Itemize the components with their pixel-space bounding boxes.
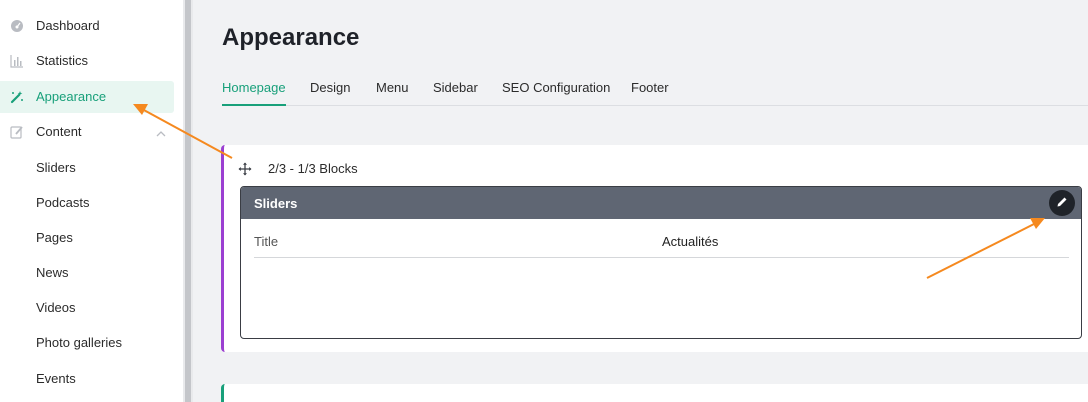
sidebar-item-appearance[interactable]: Appearance [0,81,174,113]
statistics-icon [10,54,24,68]
block-layout-label: 2/3 - 1/3 Blocks [268,161,358,176]
content-edit-icon [10,125,24,139]
sidebar-subitem-videos[interactable]: Videos [36,300,76,315]
block-header: 2/3 - 1/3 Blocks [238,161,358,176]
sidebar-item-content[interactable]: Content [0,116,174,148]
layout-block: 2/3 - 1/3 Blocks Sliders Title Actualité… [221,145,1088,352]
appearance-wand-icon [10,90,24,104]
tab-seo-configuration[interactable]: SEO Configuration [502,80,610,106]
chevron-up-icon[interactable] [156,127,166,137]
dashboard-icon [10,19,24,33]
sidebar-subitem-podcasts[interactable]: Podcasts [36,195,89,210]
tab-bar: Homepage Design Menu Sidebar SEO Configu… [222,80,1088,106]
tab-footer[interactable]: Footer [631,80,669,106]
tab-sidebar[interactable]: Sidebar [433,80,478,106]
pencil-icon [1056,196,1068,211]
scrollbar-thumb[interactable] [185,0,191,402]
edit-button[interactable] [1049,190,1075,216]
sidebar-subitem-photo-galleries[interactable]: Photo galleries [36,335,122,350]
sidebar-item-label: Appearance [36,89,107,104]
sliders-widget: Sliders Title Actualités [240,186,1082,339]
sidebar-subitem-events[interactable]: Events [36,371,76,386]
sidebar-subitem-pages[interactable]: Pages [36,230,73,245]
widget-title: Sliders [254,196,298,211]
move-drag-icon[interactable] [238,162,252,176]
sidebar-item-statistics[interactable]: Statistics [0,45,174,77]
sidebar-subitem-news[interactable]: News [36,265,69,280]
sidebar: Dashboard Statistics Appearance Content … [0,0,183,402]
sidebar-subitem-sliders[interactable]: Sliders [36,160,76,175]
page-title: Appearance [222,24,360,51]
tab-homepage[interactable]: Homepage [222,80,286,106]
tab-design[interactable]: Design [310,80,350,106]
widget-row: Title Actualités [254,232,1069,258]
sidebar-item-label: Statistics [36,53,89,68]
sidebar-item-dashboard[interactable]: Dashboard [0,10,174,42]
sidebar-scrollbar[interactable] [183,0,193,402]
row-value: Actualités [662,234,719,249]
tab-menu[interactable]: Menu [376,80,409,106]
sidebar-item-label: Content [36,124,82,139]
widget-header: Sliders [241,187,1081,219]
sidebar-item-label: Dashboard [36,18,100,33]
row-key: Title [254,234,279,249]
layout-block-2 [221,384,1088,402]
